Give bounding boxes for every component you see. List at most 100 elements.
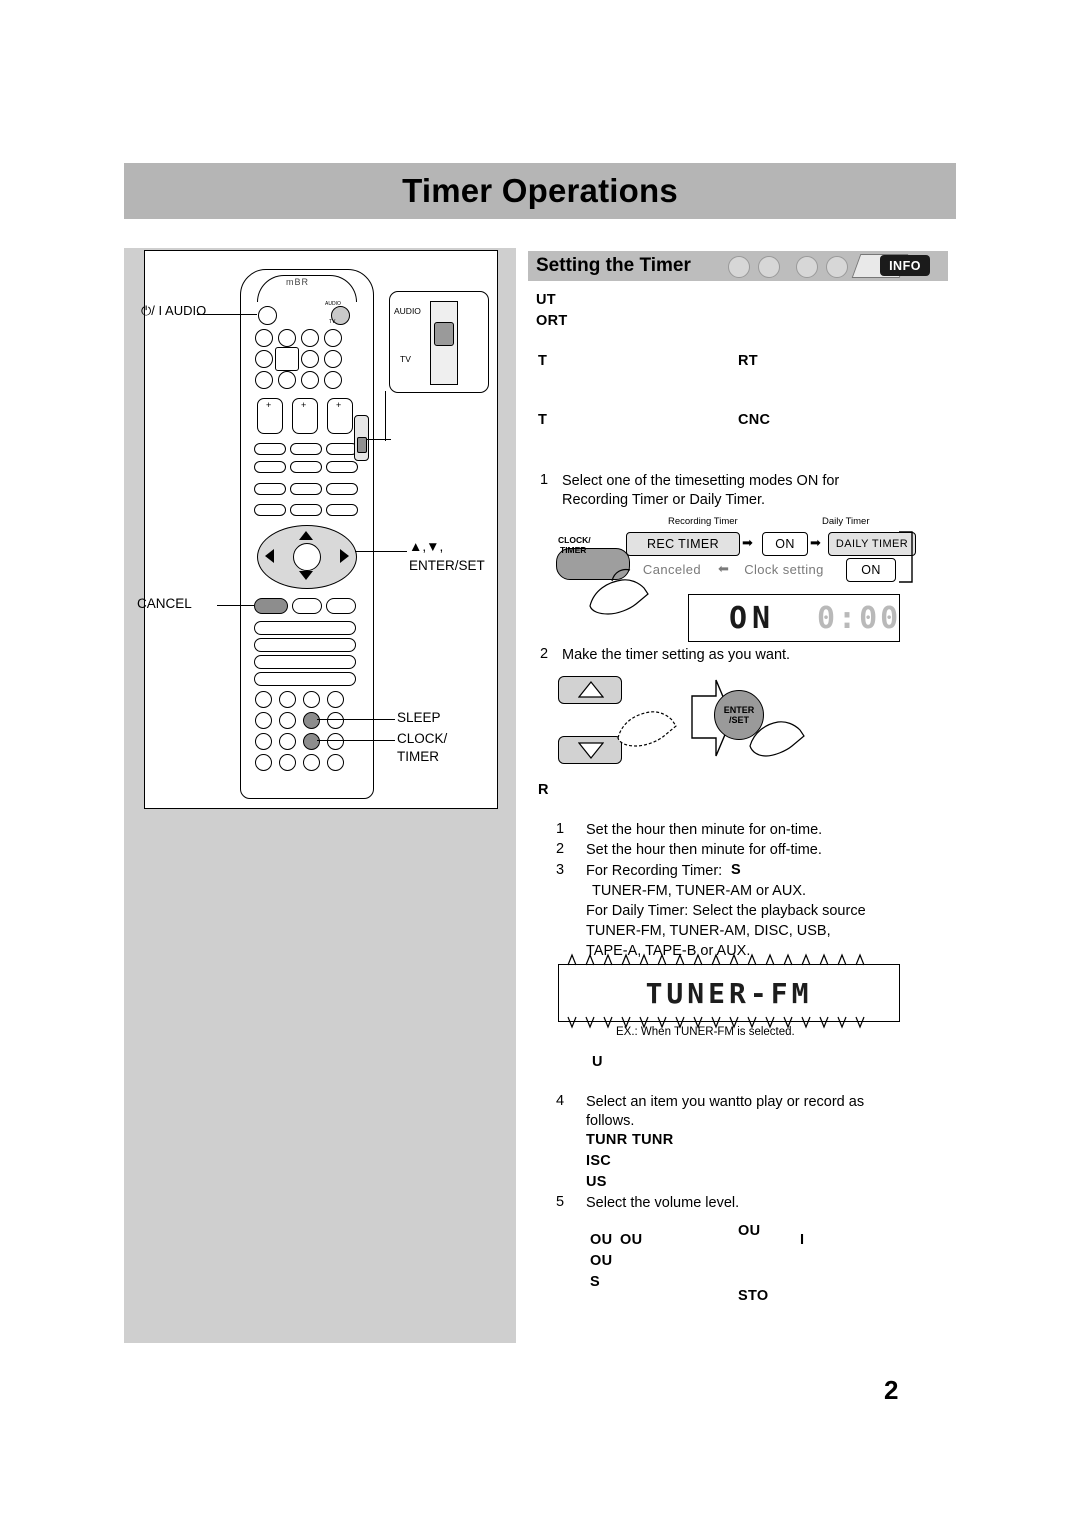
section-header-bar: Setting the Timer 》 INFO: [528, 251, 948, 281]
remote-button: [279, 712, 296, 729]
substep-4-text-b: to play or record as: [739, 1094, 865, 1110]
remote-button: [327, 691, 344, 708]
substep-3-sources-rec: TUNER-FM, TUNER-AM or AUX.: [592, 883, 807, 899]
remote-cancel-button: [254, 598, 288, 614]
remote-button: [301, 371, 319, 389]
remote-side-switch-knob: [357, 437, 367, 453]
audio-tv-switch-inset: AUDIO TV: [389, 291, 489, 393]
substep-5-number: 5: [556, 1194, 565, 1210]
substep-4-text: Select an item you wantto play or record…: [586, 1093, 906, 1131]
leader-line-cancel: [217, 605, 254, 607]
remote-dot-icon: [758, 256, 780, 278]
lcd-text-ghost-time: 0:00: [817, 601, 902, 636]
note-line-2: ORT: [536, 313, 568, 329]
remote-button: [324, 371, 342, 389]
leader-line-clock: [317, 740, 395, 742]
substep-5-bold-3: OU: [590, 1253, 613, 1269]
remote-button: [292, 598, 322, 614]
remote-button: [254, 655, 356, 669]
lcd-display-tuner: TUNER-FM: [558, 964, 900, 1022]
remote-button: [326, 461, 358, 473]
arrow-left-icon: [265, 549, 274, 563]
substep-4-text-a: Select an item you want: [586, 1094, 740, 1110]
note-line-4-left: T: [538, 412, 548, 428]
remote-button: [254, 672, 356, 686]
substep-5-bold-4: S: [590, 1274, 600, 1290]
substep-1-number: 1: [556, 821, 565, 837]
substep-3-daily-intro: For Daily Timer: Select the playback sou…: [586, 903, 866, 919]
remote-button: [303, 691, 320, 708]
remote-button: [301, 329, 319, 347]
substep-3-sources-daily-1: TUNER-FM, TUNER-AM, DISC, USB,: [586, 923, 831, 939]
remote-button: [303, 754, 320, 771]
remote-button: [254, 483, 286, 495]
page-number: 2: [884, 1375, 899, 1405]
plus-icon: +: [266, 400, 272, 410]
substep-5-bold-right-top: OU: [738, 1223, 761, 1239]
remote-button: [255, 350, 273, 368]
substep-2-text: Set the hour then minute for off-time.: [586, 842, 822, 858]
u-label: U: [592, 1054, 603, 1070]
remote-clock-timer-button: [303, 733, 320, 750]
step-r-label: R: [538, 782, 549, 798]
remote-button: [327, 712, 344, 729]
substep-3-text: For Recording Timer:: [586, 863, 723, 879]
remote-dot-icon: [826, 256, 848, 278]
remote-dot-icon: [728, 256, 750, 278]
remote-button: [327, 754, 344, 771]
step-1-text: Select one of the timesetting modes ON f…: [562, 472, 902, 510]
hand-pointer-icon: [617, 711, 677, 747]
remote-button: [254, 443, 286, 455]
remote-button: [255, 371, 273, 389]
remote-button: [326, 483, 358, 495]
arrow-up-icon: [299, 531, 313, 540]
substep-5-bold-1: OU: [590, 1232, 613, 1248]
remote-button: [278, 371, 296, 389]
lcd-display-on: ON 0:00: [688, 594, 900, 642]
remote-button: [290, 443, 322, 455]
label-enter-set: ENTER/SET: [409, 558, 485, 573]
page-title: Timer Operations: [402, 172, 678, 209]
label-clock-line2: TIMER: [397, 749, 439, 764]
remote-button: [255, 712, 272, 729]
remote-button: [326, 504, 358, 516]
lcd-text-on: ON: [729, 601, 776, 636]
lcd-top-ticks-icon: [567, 953, 865, 966]
substep-3-bold-tail: S: [731, 862, 741, 878]
remote-control-figure: mBR AUDIO TV + + + AUDIO TV ⏻/ I AUDIO ▲…: [137, 250, 498, 809]
switch-knob: [434, 322, 454, 346]
remote-button: [254, 638, 356, 652]
remote-button: [301, 350, 319, 368]
step-1-text-c: Recording Timer or Daily Timer.: [562, 492, 766, 508]
remote-button: [258, 306, 277, 325]
remote-button: [255, 733, 272, 750]
section-heading: Setting the Timer: [536, 255, 691, 276]
pill-canceled: Canceled: [642, 561, 702, 577]
remote-button: [324, 329, 342, 347]
substep-2-number: 2: [556, 841, 565, 857]
plus-icon: +: [301, 400, 307, 410]
arrow-right-icon: ➡: [810, 535, 821, 550]
arrow-up-outline-icon: [578, 681, 604, 698]
substep-5-bold-far-right: I: [800, 1232, 805, 1248]
callout-line: [385, 391, 387, 441]
remote-button: [279, 733, 296, 750]
arrow-right-icon: ➡: [742, 535, 753, 550]
substep-4-bold-2: TUNR: [632, 1132, 674, 1148]
caption-recording-timer: Recording Timer: [668, 516, 738, 527]
arrow-down-icon: [299, 571, 313, 580]
substep-4-bold-1: TUNR: [586, 1132, 628, 1148]
step-2-number: 2: [540, 646, 549, 662]
inset-label-audio: AUDIO: [394, 306, 421, 316]
remote-button: [254, 461, 286, 473]
label-power-text: / I AUDIO: [151, 303, 207, 318]
callout-line: [367, 439, 391, 441]
remote-button: [324, 350, 342, 368]
step-2-text: Make the timer setting as you want.: [562, 647, 791, 663]
pill-clock-setting: Clock setting: [744, 561, 824, 577]
step-1-number: 1: [540, 472, 549, 488]
note-line-1: UT: [536, 292, 556, 308]
remote-button: [278, 329, 296, 347]
step-1-text-b: setting modes ON for: [702, 473, 840, 489]
note-line-4-right: CNC: [738, 412, 771, 428]
